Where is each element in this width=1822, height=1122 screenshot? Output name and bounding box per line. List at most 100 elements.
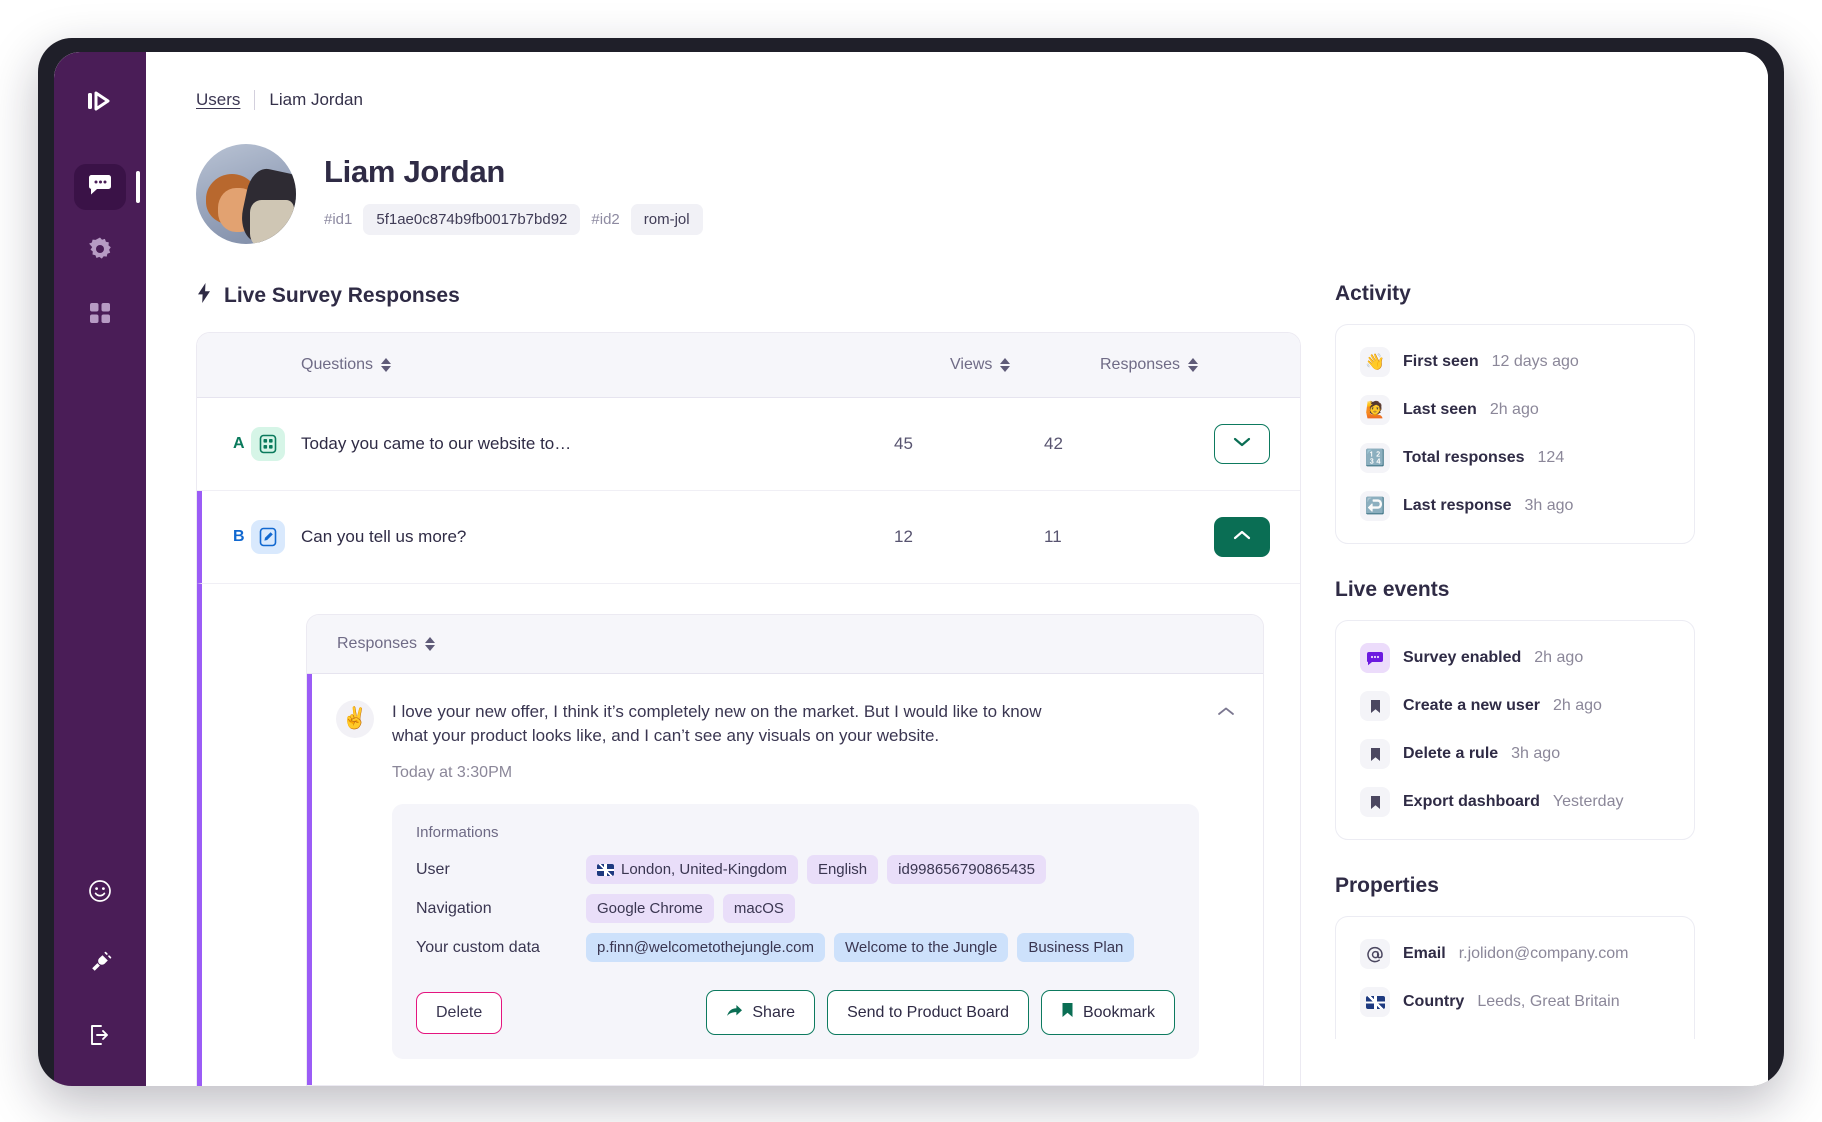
expand-row-button[interactable] [1214, 424, 1270, 464]
event-value: 2h ago [1534, 649, 1584, 666]
info-row-user: User London, United-Kingdom English id99… [416, 855, 1175, 885]
column-header-responses[interactable]: Responses [1100, 356, 1270, 374]
activity-value: 12 days ago [1491, 353, 1579, 370]
activity-value: 2h ago [1489, 401, 1539, 418]
breadcrumb-separator [254, 90, 256, 110]
tag-email[interactable]: p.finn@welcometothejungle.com [586, 933, 826, 963]
question-badge: B [233, 520, 301, 554]
tag-plan[interactable]: Business Plan [1017, 933, 1135, 963]
open-text-icon [250, 520, 285, 554]
table-row[interactable]: B Can you tell us more? 12 11 [197, 491, 1300, 584]
profile-header: Liam Jordan #id1 5f1ae0c874b9fb0017b7bd9… [196, 144, 1724, 244]
collapse-row-button[interactable] [1214, 517, 1270, 557]
table-row[interactable]: A Today you came to our website to… 45 4… [197, 398, 1300, 491]
smiley-icon [88, 879, 112, 908]
activity-label: Total responses [1403, 449, 1525, 466]
tag-location[interactable]: London, United-Kingdom [586, 855, 798, 885]
raising-hand-icon: 🙋 [1360, 395, 1390, 425]
breadcrumb: Users Liam Jordan [196, 90, 1724, 110]
list-item: Export dashboard Yesterday [1360, 787, 1670, 817]
bolt-icon [196, 282, 212, 310]
send-to-product-board-button[interactable]: Send to Product Board [827, 990, 1029, 1036]
response-actions: Delete Share Send to Product Board Bookm… [416, 990, 1175, 1036]
delete-button[interactable]: Delete [416, 991, 503, 1034]
list-item: Delete a rule 3h ago [1360, 739, 1670, 769]
sidebar-item-apps[interactable] [74, 292, 126, 338]
column-label-views: Views [950, 356, 993, 373]
question-letter: A [233, 435, 245, 452]
device-frame: Users Liam Jordan Liam Jordan #id1 5f1ae… [38, 38, 1784, 1086]
response-content: I love your new offer, I think it’s comp… [392, 700, 1199, 1060]
wave-icon: 👋 [1360, 347, 1390, 377]
sort-icon [1188, 358, 1199, 372]
activity-value: 124 [1537, 449, 1565, 466]
breadcrumb-users-link[interactable]: Users [196, 90, 240, 110]
tag-label: London, United-Kingdom [621, 861, 787, 879]
gear-icon [87, 236, 113, 267]
tag-browser[interactable]: Google Chrome [586, 894, 714, 924]
survey-column: Live Survey Responses Questions Views Re… [196, 282, 1301, 1086]
share-icon [726, 1003, 743, 1023]
share-button[interactable]: Share [706, 990, 816, 1036]
reply-arrow-icon: ↩️ [1360, 491, 1390, 521]
rail-bottom-group [74, 870, 126, 1060]
live-events-card: Survey enabled 2h ago Create a new user … [1335, 620, 1695, 840]
response-item: ✌️ I love your new offer, I think it’s c… [307, 674, 1263, 1086]
list-item: ↩️ Last response 3h ago [1360, 491, 1670, 521]
event-label: Delete a rule [1403, 745, 1499, 762]
activity-value: 3h ago [1524, 497, 1574, 514]
question-badge: A [233, 427, 301, 461]
numbers-icon: 🔢 [1360, 443, 1390, 473]
sort-icon [381, 358, 392, 372]
list-item: Email r.jolidon@company.com [1360, 939, 1670, 969]
response-text: I love your new offer, I think it’s comp… [392, 702, 1042, 746]
multiple-choice-icon [250, 427, 285, 461]
logo-icon[interactable] [81, 82, 119, 120]
sidebar-item-integrations[interactable] [74, 942, 126, 988]
chat-bubble-icon [87, 174, 113, 201]
screenshot-root: Users Liam Jordan Liam Jordan #id1 5f1ae… [0, 0, 1822, 1122]
event-label: Export dashboard [1403, 793, 1540, 810]
property-value: r.jolidon@company.com [1458, 945, 1629, 962]
column-header-views[interactable]: Views [950, 356, 1100, 374]
question-text: Can you tell us more? [301, 527, 467, 546]
sidebar-item-logout[interactable] [74, 1014, 126, 1060]
live-events-title: Live events [1335, 578, 1450, 601]
app-screen: Users Liam Jordan Liam Jordan #id1 5f1ae… [54, 52, 1768, 1086]
list-item: 🔢 Total responses 124 [1360, 443, 1670, 473]
info-values: London, United-Kingdom English id9986567… [586, 855, 1046, 885]
sidebar-item-messages[interactable] [74, 164, 140, 210]
column-label-questions: Questions [301, 356, 374, 373]
responses-card: Responses ✌️ I love your new offer, I th… [306, 614, 1264, 1086]
list-item: 👋 First seen 12 days ago [1360, 347, 1670, 377]
tag-company[interactable]: Welcome to the Jungle [834, 933, 1009, 963]
sidebar-item-feedback[interactable] [74, 870, 126, 916]
activity-label: Last response [1403, 497, 1512, 514]
sort-icon [1000, 358, 1011, 372]
question-responses: 11 [1044, 527, 1062, 546]
sidebar-item-settings[interactable] [74, 228, 126, 274]
bookmark-icon [1360, 787, 1390, 817]
chat-bubble-icon [1360, 643, 1390, 673]
id1-label: #id1 [324, 210, 353, 228]
column-header-responses-inner[interactable]: Responses [337, 635, 1233, 653]
tag-language[interactable]: English [806, 855, 879, 885]
survey-table-header: Questions Views Responses [197, 333, 1300, 398]
bookmark-icon [1360, 691, 1390, 721]
collapse-response-button[interactable] [1217, 700, 1235, 1059]
informations-title: Informations [416, 824, 499, 842]
tag-os[interactable]: macOS [722, 894, 795, 924]
question-views: 12 [894, 527, 913, 546]
id-row: #id1 5f1ae0c874b9fb0017b7bd92 #id2 rom-j… [324, 203, 703, 235]
list-item: 🙋 Last seen 2h ago [1360, 395, 1670, 425]
bookmark-icon [1360, 739, 1390, 769]
id1-value[interactable]: 5f1ae0c874b9fb0017b7bd92 [363, 203, 581, 235]
column-header-questions[interactable]: Questions [301, 356, 950, 374]
bookmark-button[interactable]: Bookmark [1040, 990, 1175, 1036]
breadcrumb-current: Liam Jordan [269, 90, 363, 109]
info-key: Your custom data [416, 938, 540, 956]
question-text: Today you came to our website to… [301, 434, 572, 453]
id2-value[interactable]: rom-jol [630, 203, 703, 235]
tag-user-id[interactable]: id998656790865435 [887, 855, 1046, 885]
info-row-custom-data: Your custom data p.finn@welcometothejung… [416, 933, 1175, 963]
